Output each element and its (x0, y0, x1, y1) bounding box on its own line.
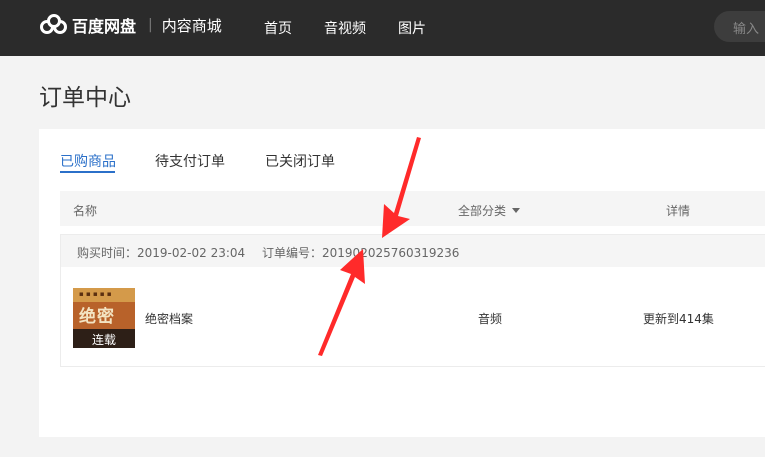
category-filter[interactable]: 全部分类 (458, 202, 521, 219)
tab-pending-payment[interactable]: 待支付订单 (155, 151, 225, 171)
purchase-time: 购买时间：2019-02-02 23:04 (77, 244, 245, 261)
orders-panel: 已购商品 待支付订单 已关闭订单 名称 全部分类 详情 购买时间：2019-02… (39, 129, 765, 437)
item-thumbnail[interactable]: ▪ ▪ ▪ ▪ ▪ 绝密 连载 (73, 288, 135, 348)
serial-badge: 连载 (73, 329, 135, 348)
active-tab-indicator (60, 171, 115, 173)
tab-purchased[interactable]: 已购商品 (60, 151, 116, 171)
nav-audio-video[interactable]: 音视频 (324, 18, 366, 38)
order-item-row[interactable]: ▪ ▪ ▪ ▪ ▪ 绝密 连载 绝密档案 音频 更新到414集 (61, 267, 765, 367)
item-detail: 更新到414集 (643, 312, 714, 326)
search-input[interactable]: 输入 (714, 11, 765, 42)
tab-closed-orders[interactable]: 已关闭订单 (265, 151, 335, 171)
brand-logo[interactable]: 百度网盘 | 内容商城 (40, 13, 222, 37)
category-filter-label: 全部分类 (458, 204, 507, 218)
cloud-logo-icon (40, 14, 70, 36)
item-category: 音频 (478, 312, 503, 326)
table-header: 名称 全部分类 详情 (60, 191, 765, 226)
top-navigation-bar: 百度网盘 | 内容商城 首页 音视频 图片 输入 (0, 0, 765, 56)
thumbnail-top-strip: ▪ ▪ ▪ ▪ ▪ (73, 288, 135, 302)
order-number-label: 订单编号： (262, 246, 323, 260)
purchase-time-label: 购买时间： (77, 246, 138, 260)
brand-name: 百度网盘 (72, 17, 137, 36)
thumbnail-art: 绝密 (79, 307, 115, 327)
dropdown-arrow-icon (512, 208, 521, 213)
page-title: 订单中心 (39, 85, 131, 111)
column-name: 名称 (73, 204, 98, 218)
order-number-value: 201902025760319236 (322, 246, 460, 260)
brand-separator: | (148, 17, 153, 33)
order-info-bar: 购买时间：2019-02-02 23:04 订单编号：2019020257603… (61, 235, 765, 267)
column-details: 详情 (666, 204, 691, 218)
item-name[interactable]: 绝密档案 (145, 310, 193, 327)
purchase-time-value: 2019-02-02 23:04 (137, 246, 246, 260)
nav-home[interactable]: 首页 (264, 18, 292, 38)
order-card: 购买时间：2019-02-02 23:04 订单编号：2019020257603… (60, 234, 765, 367)
nav-images[interactable]: 图片 (398, 18, 426, 38)
section-name: 内容商城 (161, 16, 222, 35)
order-number: 订单编号：201902025760319236 (262, 244, 459, 261)
